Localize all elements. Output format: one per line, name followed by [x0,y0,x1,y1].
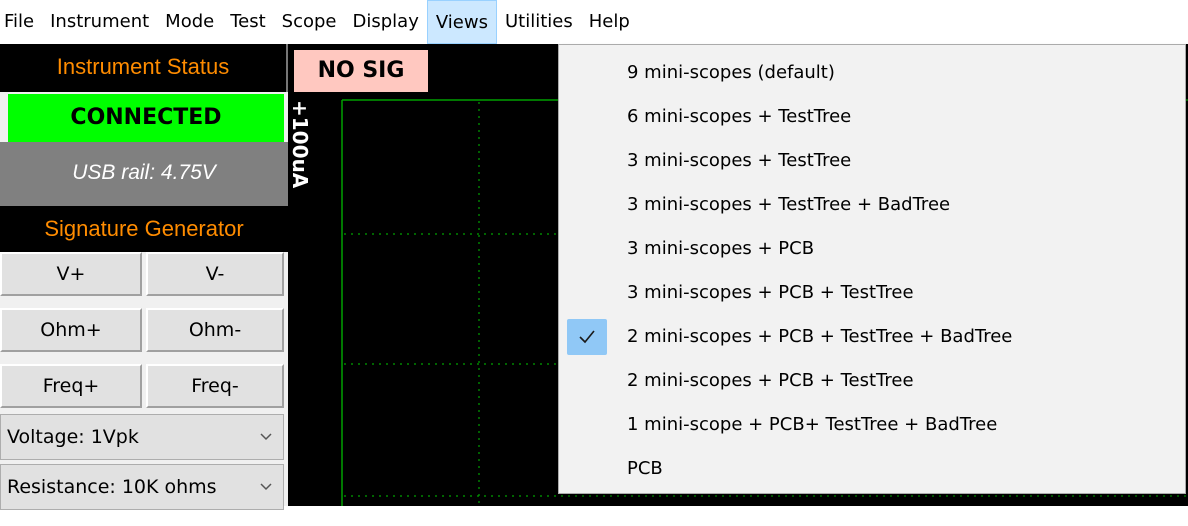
connection-status-badge: CONNECTED [8,94,284,142]
views-item-2-mini-scopes-pcb-testtree-badtree[interactable]: 2 mini-scopes + PCB + TestTree + BadTree [559,315,1185,359]
views-dropdown-menu: 9 mini-scopes (default) 6 mini-scopes + … [558,44,1186,494]
views-item-label: 2 mini-scopes + PCB + TestTree + BadTree [627,326,1013,347]
instrument-status-title: Instrument Status [0,44,288,92]
views-item-3-mini-scopes-pcb[interactable]: 3 mini-scopes + PCB [559,227,1185,271]
views-item-9-mini-scopes[interactable]: 9 mini-scopes (default) [559,51,1185,95]
views-item-6-mini-scopes-testtree[interactable]: 6 mini-scopes + TestTree [559,95,1185,139]
voltage-select-value: Voltage: 1Vpk [7,426,139,448]
menu-mode[interactable]: Mode [157,0,222,44]
ohm-minus-button[interactable]: Ohm- [146,308,284,352]
menu-help[interactable]: Help [581,0,638,44]
scope-axis-label: +100uA [288,100,312,189]
views-item-3-mini-scopes-pcb-testtree[interactable]: 3 mini-scopes + PCB + TestTree [559,271,1185,315]
menu-file[interactable]: File [0,0,42,44]
views-item-pcb[interactable]: PCB [559,447,1185,491]
menu-test[interactable]: Test [222,0,273,44]
views-item-3-mini-scopes-testtree-badtree[interactable]: 3 mini-scopes + TestTree + BadTree [559,183,1185,227]
views-item-1-mini-scope-pcb-testtree-badtree[interactable]: 1 mini-scope + PCB+ TestTree + BadTree [559,403,1185,447]
views-item-2-mini-scopes-pcb-testtree[interactable]: 2 mini-scopes + PCB + TestTree [559,359,1185,403]
freq-plus-button[interactable]: Freq+ [0,364,142,408]
usb-rail-readout: USB rail: 4.75V [0,142,288,206]
menu-bar: File Instrument Mode Test Scope Display … [0,0,1188,44]
menu-views[interactable]: Views [426,0,497,44]
left-panel: Instrument Status CONNECTED USB rail: 4.… [0,44,288,510]
menu-display[interactable]: Display [345,0,427,44]
resistance-select-value: Resistance: 10K ohms [7,476,217,498]
checkmark-icon [567,319,607,355]
signature-generator-title: Signature Generator [0,206,288,252]
menu-scope[interactable]: Scope [274,0,345,44]
no-signal-badge: NO SIG [294,50,428,92]
menu-instrument[interactable]: Instrument [42,0,157,44]
freq-minus-button[interactable]: Freq- [146,364,284,408]
chevron-down-icon [259,465,273,526]
v-plus-button[interactable]: V+ [0,252,142,296]
menu-utilities[interactable]: Utilities [497,0,581,44]
v-minus-button[interactable]: V- [146,252,284,296]
voltage-select[interactable]: Voltage: 1Vpk [0,414,284,460]
resistance-select[interactable]: Resistance: 10K ohms [0,464,284,510]
ohm-plus-button[interactable]: Ohm+ [0,308,142,352]
views-item-3-mini-scopes-testtree[interactable]: 3 mini-scopes + TestTree [559,139,1185,183]
